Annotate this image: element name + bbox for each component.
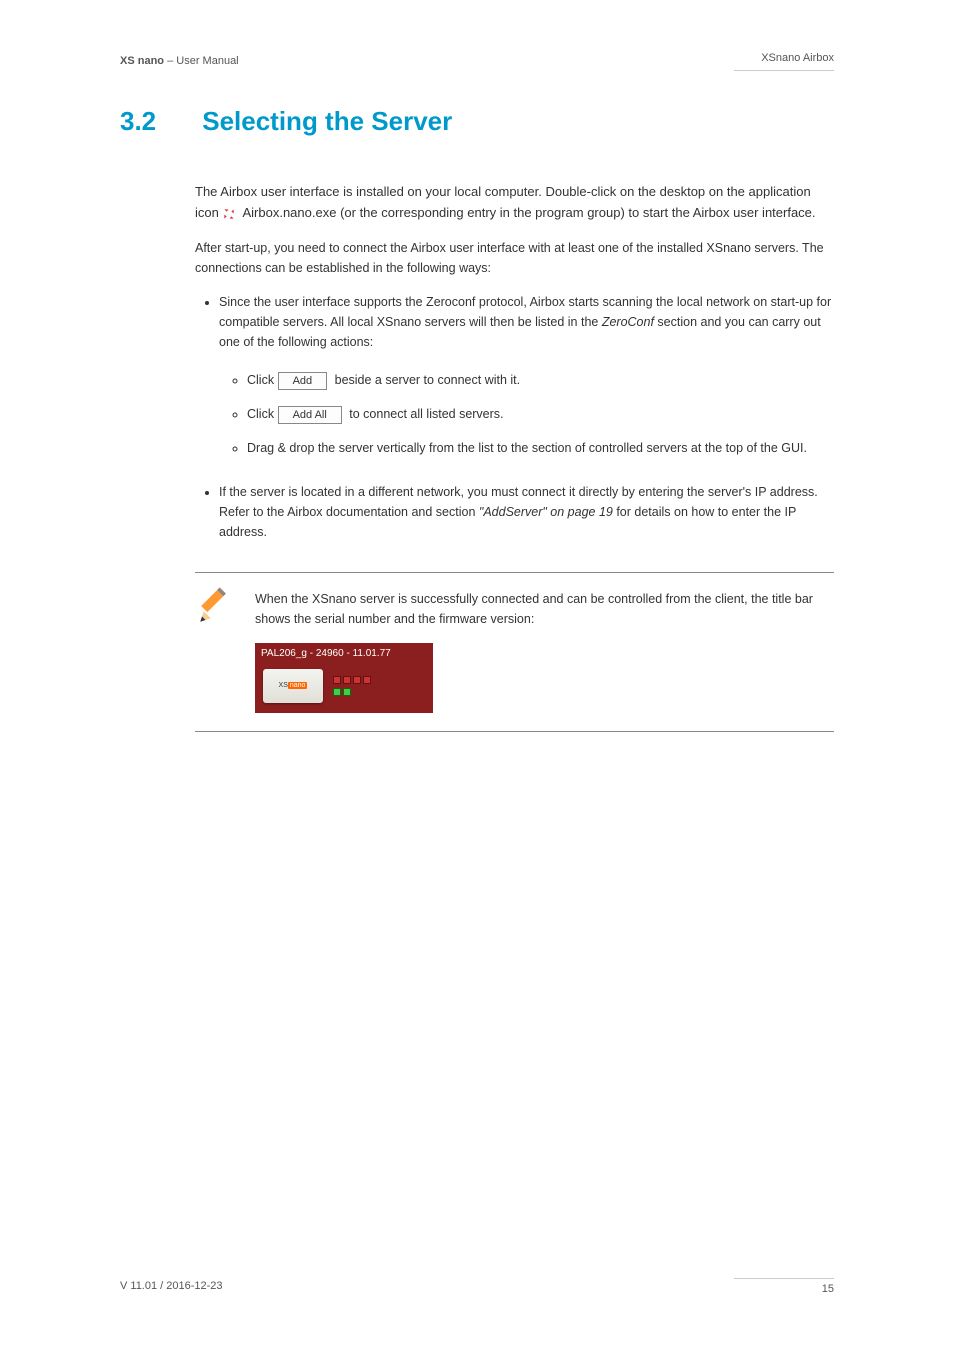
intro-paragraph-2: After start-up, you need to connect the … xyxy=(195,238,834,278)
list-item: If the server is located in a different … xyxy=(219,482,834,542)
pencil-icon xyxy=(195,585,237,627)
header-section: XSnano Airbox xyxy=(734,50,834,71)
footer-page-number: 15 xyxy=(734,1278,834,1299)
section-heading: 3.2 Selecting the Server xyxy=(120,101,834,143)
page-header: XS nano – User Manual XSnano Airbox xyxy=(120,50,834,71)
led-green xyxy=(343,688,351,696)
connection-methods-list: Since the user interface supports the Ze… xyxy=(195,292,834,542)
led-red xyxy=(363,676,371,684)
note-box: When the XSnano server is successfully c… xyxy=(195,572,834,732)
device-thumbnail: XSnano xyxy=(263,669,323,703)
server-titlebar-text: PAL206_g - 24960 - 11.01.77 xyxy=(255,643,433,665)
footer-version: V 11.01 / 2016-12-23 xyxy=(120,1278,223,1299)
recycle-icon xyxy=(222,207,236,221)
add-button[interactable]: Add xyxy=(278,372,328,390)
header-left: XS nano – User Manual xyxy=(120,53,239,71)
note-text: When the XSnano server is successfully c… xyxy=(255,585,834,629)
product-name: XS nano xyxy=(120,55,164,67)
page-footer: V 11.01 / 2016-12-23 15 xyxy=(120,1278,834,1299)
led-red xyxy=(343,676,351,684)
server-titlebar-screenshot: PAL206_g - 24960 - 11.01.77 XSnano xyxy=(255,643,433,713)
intro-text-1b: (or the corresponding entry in the progr… xyxy=(340,205,815,220)
sub-actions-list: Click Add beside a server to connect wit… xyxy=(219,370,834,458)
zeroconf-label: ZeroConf xyxy=(602,315,654,329)
led-red xyxy=(353,676,361,684)
list-item: Click Add All to connect all listed serv… xyxy=(247,404,834,424)
doc-type: User Manual xyxy=(176,55,238,67)
intro-paragraph-1: The Airbox user interface is installed o… xyxy=(195,182,834,224)
device-row: XSnano xyxy=(255,665,433,707)
list-item: Since the user interface supports the Ze… xyxy=(219,292,834,458)
section-title: Selecting the Server xyxy=(202,106,452,136)
airbox-exe-icon: Airbox.nano.exe xyxy=(222,203,336,224)
section-number: 3.2 xyxy=(120,101,195,143)
list-item: Drag & drop the server vertically from t… xyxy=(247,438,834,458)
addserver-crossref: "AddServer" on page 19 xyxy=(479,505,613,519)
add-all-button[interactable]: Add All xyxy=(278,406,342,424)
airbox-exe-label: Airbox.nano.exe xyxy=(242,203,336,224)
led-green xyxy=(333,688,341,696)
status-leds xyxy=(333,676,371,696)
led-red xyxy=(333,676,341,684)
list-item: Click Add beside a server to connect wit… xyxy=(247,370,834,390)
